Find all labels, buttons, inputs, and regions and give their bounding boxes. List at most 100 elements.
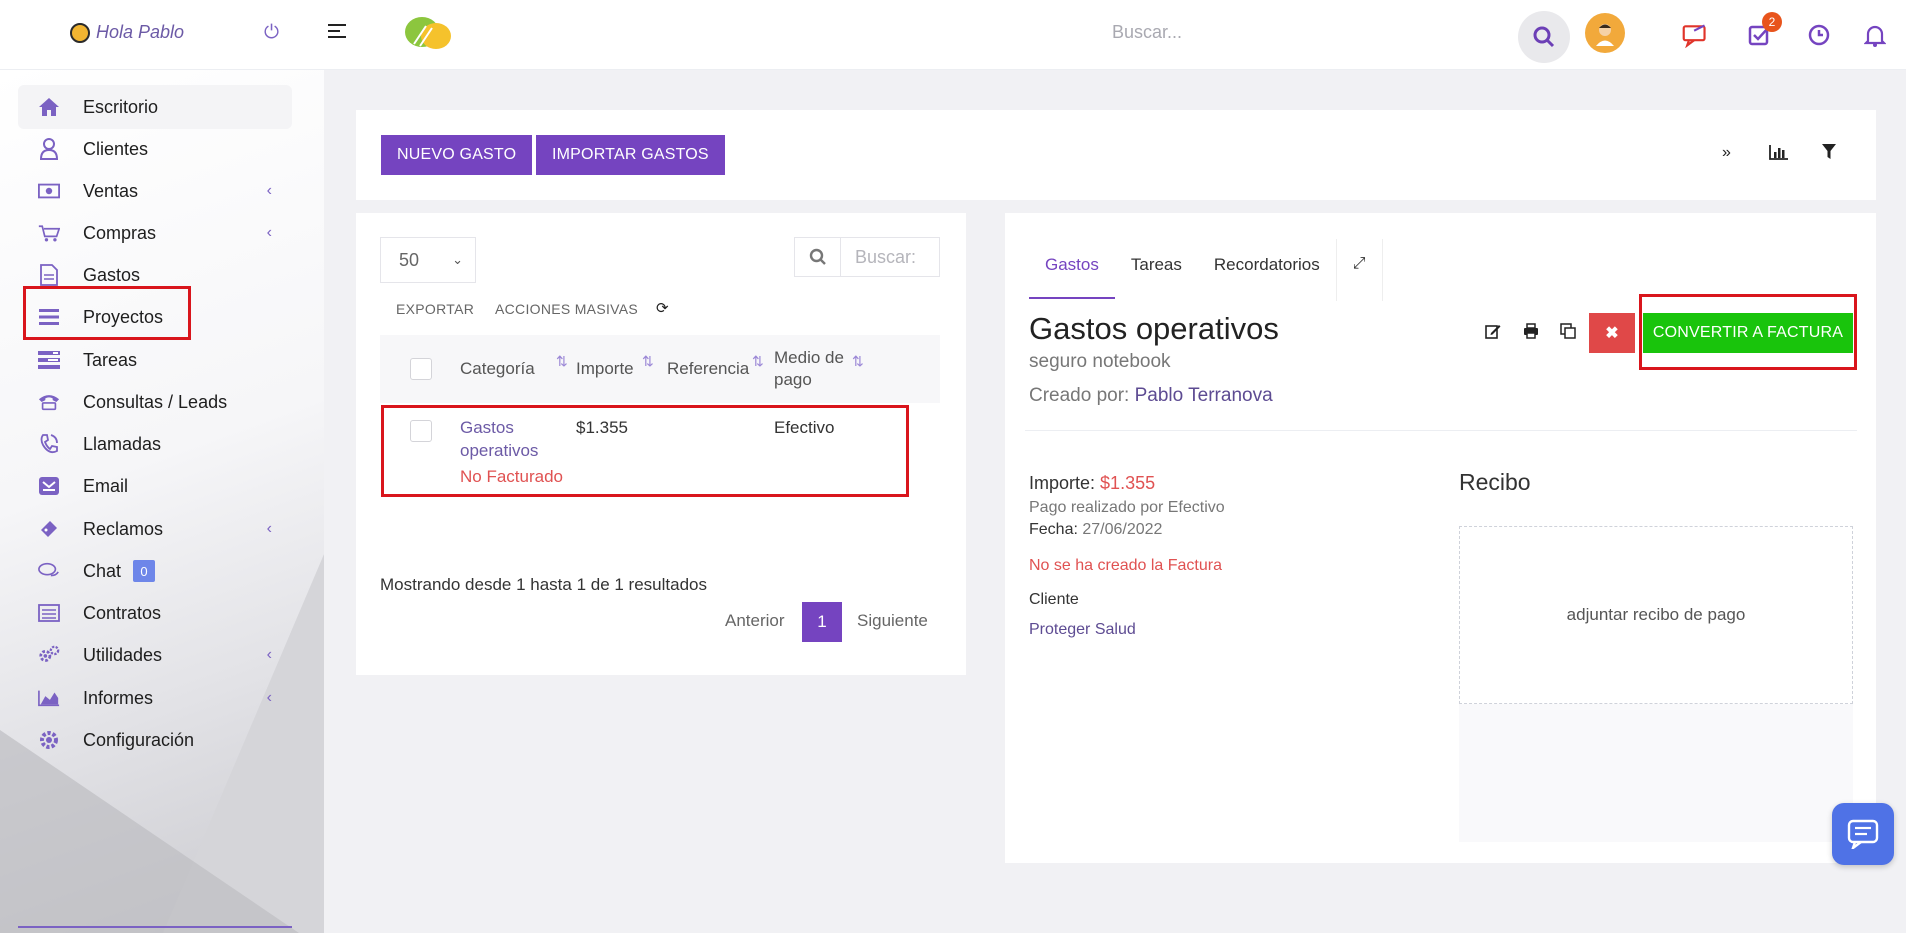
refresh-icon[interactable]: ⟳ bbox=[656, 299, 669, 317]
pagination-page[interactable]: 1 bbox=[802, 602, 842, 642]
select-all-checkbox[interactable] bbox=[410, 358, 432, 380]
sidebar-item-label: Clientes bbox=[83, 138, 149, 159]
ticket-icon bbox=[38, 518, 60, 540]
greeting[interactable]: Hola Pablo bbox=[70, 22, 184, 43]
sort-icon[interactable]: ⇅ bbox=[642, 353, 654, 370]
sidebar-item-tareas[interactable]: Tareas bbox=[18, 338, 292, 382]
top-bar: Hola Pablo ⏻ 2 bbox=[0, 0, 1906, 70]
sidebar-item-label: Gastos bbox=[83, 264, 141, 285]
expenses-toolbar: NUEVO GASTO IMPORTAR GASTOS » bbox=[356, 110, 1876, 200]
amount-line: Importe: $1.355 bbox=[1029, 473, 1155, 494]
delete-button[interactable]: ✖ bbox=[1589, 313, 1635, 353]
chat-count-badge: 0 bbox=[133, 560, 156, 582]
global-search-input[interactable] bbox=[1112, 22, 1412, 43]
tab-gastos[interactable]: Gastos bbox=[1029, 253, 1115, 299]
sidebar-item-contratos[interactable]: Contratos bbox=[18, 591, 292, 635]
messages-icon[interactable] bbox=[1682, 22, 1708, 48]
sidebar-item-informes[interactable]: Informes ‹ bbox=[18, 676, 292, 720]
sidebar-item-llamadas[interactable]: Llamadas bbox=[18, 422, 292, 466]
sort-icon[interactable]: ⇅ bbox=[852, 353, 864, 370]
sidebar-item-label: Email bbox=[83, 475, 129, 496]
sidebar-item-escritorio[interactable]: Escritorio bbox=[18, 85, 292, 129]
sort-icon[interactable]: ⇅ bbox=[752, 353, 764, 370]
column-header-amount[interactable]: Importe bbox=[576, 359, 634, 379]
column-header-reference[interactable]: Referencia bbox=[667, 359, 749, 379]
sidebar-item-consultas[interactable]: Consultas / Leads bbox=[18, 380, 292, 424]
bar-chart-icon[interactable] bbox=[1769, 144, 1789, 165]
page-size-select[interactable]: 50 ⌄ bbox=[380, 237, 476, 283]
column-header-category[interactable]: Categoría bbox=[460, 359, 535, 379]
expense-subtitle: seguro notebook bbox=[1029, 351, 1171, 372]
phone-icon bbox=[38, 391, 60, 413]
sidebar-item-label: Llamadas bbox=[83, 433, 162, 454]
file-icon bbox=[38, 264, 60, 286]
date-label: Fecha: bbox=[1029, 521, 1078, 538]
copy-icon[interactable] bbox=[1560, 323, 1576, 344]
table-search-input[interactable]: Buscar: bbox=[841, 238, 916, 276]
bell-icon[interactable] bbox=[1862, 22, 1888, 48]
print-icon[interactable] bbox=[1523, 323, 1539, 344]
pagination-prev[interactable]: Anterior bbox=[725, 611, 785, 631]
date-line: Fecha: 27/06/2022 bbox=[1029, 521, 1162, 539]
chevron-left-icon: ‹ bbox=[266, 646, 272, 663]
money-icon bbox=[38, 180, 60, 202]
filter-icon[interactable] bbox=[1822, 144, 1836, 165]
brand-logo bbox=[405, 17, 451, 49]
tab-tareas[interactable]: Tareas bbox=[1115, 253, 1198, 299]
new-expense-button[interactable]: NUEVO GASTO bbox=[381, 135, 533, 175]
bulk-actions-button[interactable]: ACCIONES MASIVAS bbox=[495, 301, 638, 317]
column-header-payment[interactable]: Medio de pago bbox=[774, 347, 844, 391]
date-value: 27/06/2022 bbox=[1082, 521, 1163, 538]
sidebar-item-email[interactable]: Email bbox=[18, 464, 292, 508]
import-expenses-button[interactable]: IMPORTAR GASTOS bbox=[536, 135, 725, 175]
call-icon bbox=[38, 433, 60, 455]
sidebar-item-clientes[interactable]: Clientes bbox=[18, 127, 292, 171]
created-by-label: Creado por: bbox=[1029, 385, 1130, 406]
sidebar-item-ventas[interactable]: Ventas ‹ bbox=[18, 169, 292, 213]
cart-icon bbox=[38, 222, 60, 244]
client-label: Cliente bbox=[1029, 591, 1079, 608]
sidebar-item-configuracion[interactable]: Configuración bbox=[18, 718, 292, 762]
power-icon[interactable]: ⏻ bbox=[264, 22, 279, 44]
sidebar-divider bbox=[18, 926, 292, 928]
user-emoji-icon bbox=[70, 22, 90, 43]
sidebar-item-chat[interactable]: Chat 0 bbox=[18, 549, 292, 593]
search-button[interactable] bbox=[1518, 11, 1570, 63]
chat-icon bbox=[38, 560, 60, 582]
highlight-box-row bbox=[381, 405, 909, 497]
highlight-box-gastos bbox=[23, 286, 191, 340]
tasks-badge: 2 bbox=[1762, 12, 1782, 32]
tasks-icon[interactable]: 2 bbox=[1746, 12, 1782, 48]
table-header: Categoría ⇅ Importe ⇅ Referencia ⇅ Medio… bbox=[380, 335, 940, 403]
sidebar-item-label: Configuración bbox=[83, 729, 195, 750]
edit-icon[interactable] bbox=[1485, 323, 1501, 344]
greeting-text: Hola Pablo bbox=[96, 22, 185, 42]
support-chat-button[interactable] bbox=[1832, 803, 1894, 865]
expand-icon[interactable]: ⤢ bbox=[1337, 253, 1382, 299]
user-icon bbox=[38, 138, 60, 160]
detail-tabs: Gastos Tareas Recordatorios ⤢ bbox=[1029, 239, 1383, 301]
home-icon bbox=[38, 96, 60, 118]
sidebar-item-compras[interactable]: Compras ‹ bbox=[18, 211, 292, 255]
receipt-dropzone[interactable]: adjuntar recibo de pago bbox=[1459, 526, 1853, 704]
chart-area-icon bbox=[38, 687, 60, 709]
menu-toggle-icon[interactable] bbox=[328, 24, 346, 42]
close-icon: ✖ bbox=[1605, 325, 1619, 342]
double-chevron-right-icon[interactable]: » bbox=[1722, 144, 1731, 162]
export-button[interactable]: EXPORTAR bbox=[396, 301, 474, 317]
chat-bubble-icon bbox=[1847, 819, 1879, 849]
tab-recordatorios[interactable]: Recordatorios bbox=[1198, 253, 1336, 299]
table-search[interactable]: Buscar: bbox=[794, 237, 940, 277]
invoice-status: No se ha creado la Factura bbox=[1029, 557, 1222, 574]
gear-icon bbox=[38, 729, 60, 751]
clock-icon[interactable] bbox=[1806, 22, 1832, 48]
avatar[interactable] bbox=[1585, 13, 1625, 53]
client-link[interactable]: Proteger Salud bbox=[1029, 621, 1136, 639]
sort-icon[interactable]: ⇅ bbox=[556, 353, 568, 370]
sidebar-item-reclamos[interactable]: Reclamos ‹ bbox=[18, 507, 292, 551]
pagination-next[interactable]: Siguiente bbox=[857, 611, 928, 631]
created-by-link[interactable]: Pablo Terranova bbox=[1135, 385, 1273, 406]
amount-value: $1.355 bbox=[1100, 473, 1156, 493]
sidebar-item-utilidades[interactable]: Utilidades ‹ bbox=[18, 633, 292, 677]
sidebar-item-label: Utilidades bbox=[83, 644, 163, 665]
